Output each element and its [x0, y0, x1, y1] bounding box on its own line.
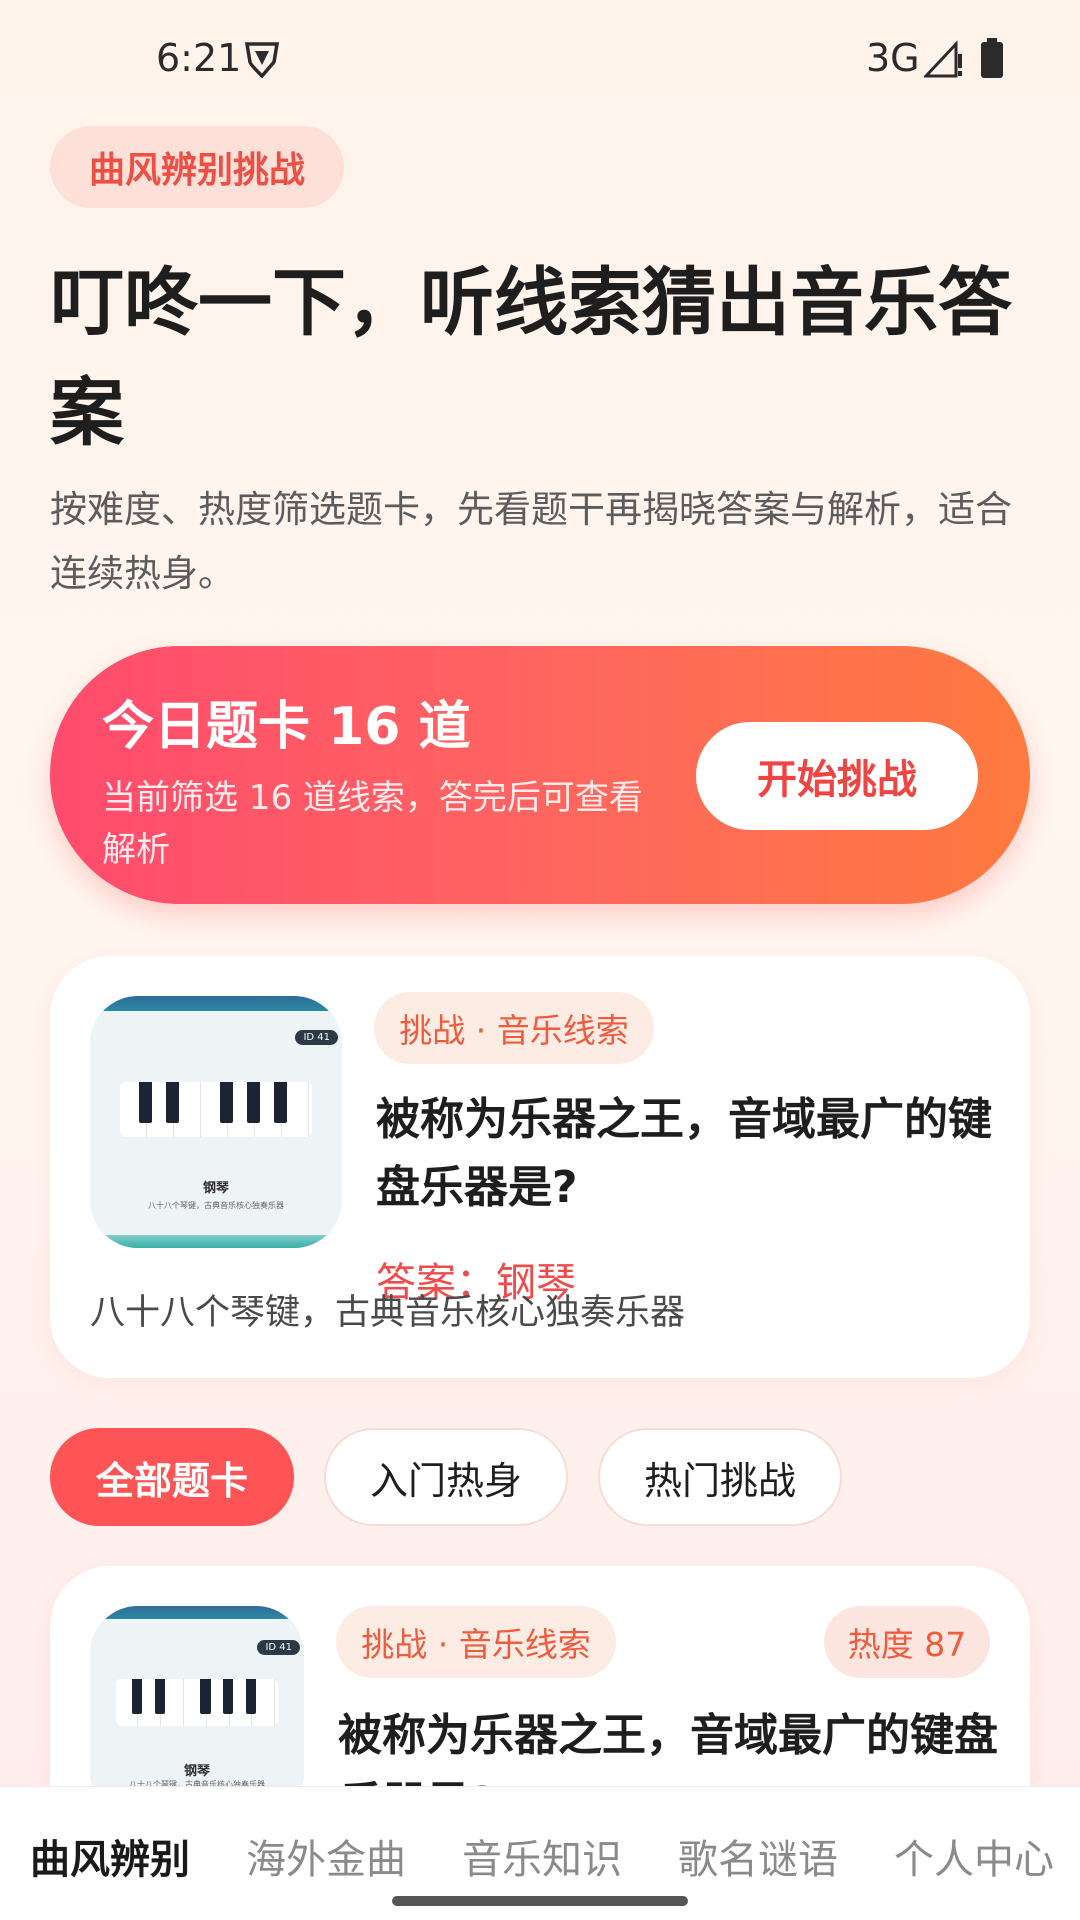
nav-overseas-hits[interactable]: 海外金曲: [246, 1827, 406, 1885]
category-pill[interactable]: 曲风辨别挑战: [50, 126, 344, 208]
card-tag: 挑战 · 音乐线索: [336, 1606, 616, 1678]
question-text: 被称为乐器之王，音域最广的键盘乐器是?: [376, 1094, 992, 1213]
network-type: 3G: [866, 36, 920, 80]
signal-icon: [924, 40, 962, 78]
thumbnail-caption: 钢琴: [183, 1764, 210, 1780]
explanation-text: 八十八个琴键，古典音乐核心独奏乐器: [90, 1293, 686, 1333]
nav-profile[interactable]: 个人中心: [894, 1827, 1054, 1885]
shield-icon: [244, 42, 280, 78]
nav-song-riddles[interactable]: 歌名谜语: [678, 1827, 838, 1885]
nav-genre[interactable]: 曲风辨别: [30, 1827, 190, 1885]
piano-thumbnail: ID 41 钢琴 八十八个琴键，古典音乐核心独奏乐器: [90, 996, 342, 1248]
heat-badge: 热度 87: [824, 1606, 990, 1678]
thumbnail-caption: 钢琴: [202, 1181, 229, 1197]
piano-keys-icon: [115, 1678, 279, 1726]
piano-keys-icon: [120, 1081, 312, 1138]
filter-popular[interactable]: 热门挑战: [598, 1428, 842, 1526]
image-id-badge: ID 41: [295, 1030, 338, 1045]
featured-question-card[interactable]: ID 41 钢琴 八十八个琴键，古典音乐核心独奏乐器 挑战 · 音乐线索 被称为…: [50, 956, 1030, 1378]
battery-icon: [981, 38, 1003, 78]
image-id-badge: ID 41: [257, 1640, 300, 1655]
card-tag: 挑战 · 音乐线索: [374, 992, 654, 1064]
page-title: 叮咚一下，听线索猜出音乐答案: [50, 260, 1012, 456]
banner-description: 当前筛选 16 道线索，答完后可查看解析: [102, 778, 643, 870]
today-cards-banner: 今日题卡 16 道 当前筛选 16 道线索，答完后可查看解析 开始挑战: [50, 646, 1030, 904]
thumbnail-subcaption: 八十八个琴键，古典音乐核心独奏乐器: [148, 1201, 284, 1211]
home-indicator[interactable]: [392, 1896, 688, 1906]
filter-beginner[interactable]: 入门热身: [324, 1428, 568, 1526]
banner-title: 今日题卡 16 道: [102, 697, 471, 757]
start-challenge-button[interactable]: 开始挑战: [696, 722, 978, 830]
nav-music-knowledge[interactable]: 音乐知识: [462, 1827, 622, 1885]
filter-chips: 全部题卡 入门热身 热门挑战: [50, 1428, 842, 1526]
page-subtitle: 按难度、热度筛选题卡，先看题干再揭晓答案与解析，适合连续热身。: [50, 488, 1012, 595]
status-bar: 6:21 3G: [0, 0, 1080, 118]
filter-all[interactable]: 全部题卡: [50, 1428, 294, 1526]
status-time: 6:21: [156, 36, 242, 80]
